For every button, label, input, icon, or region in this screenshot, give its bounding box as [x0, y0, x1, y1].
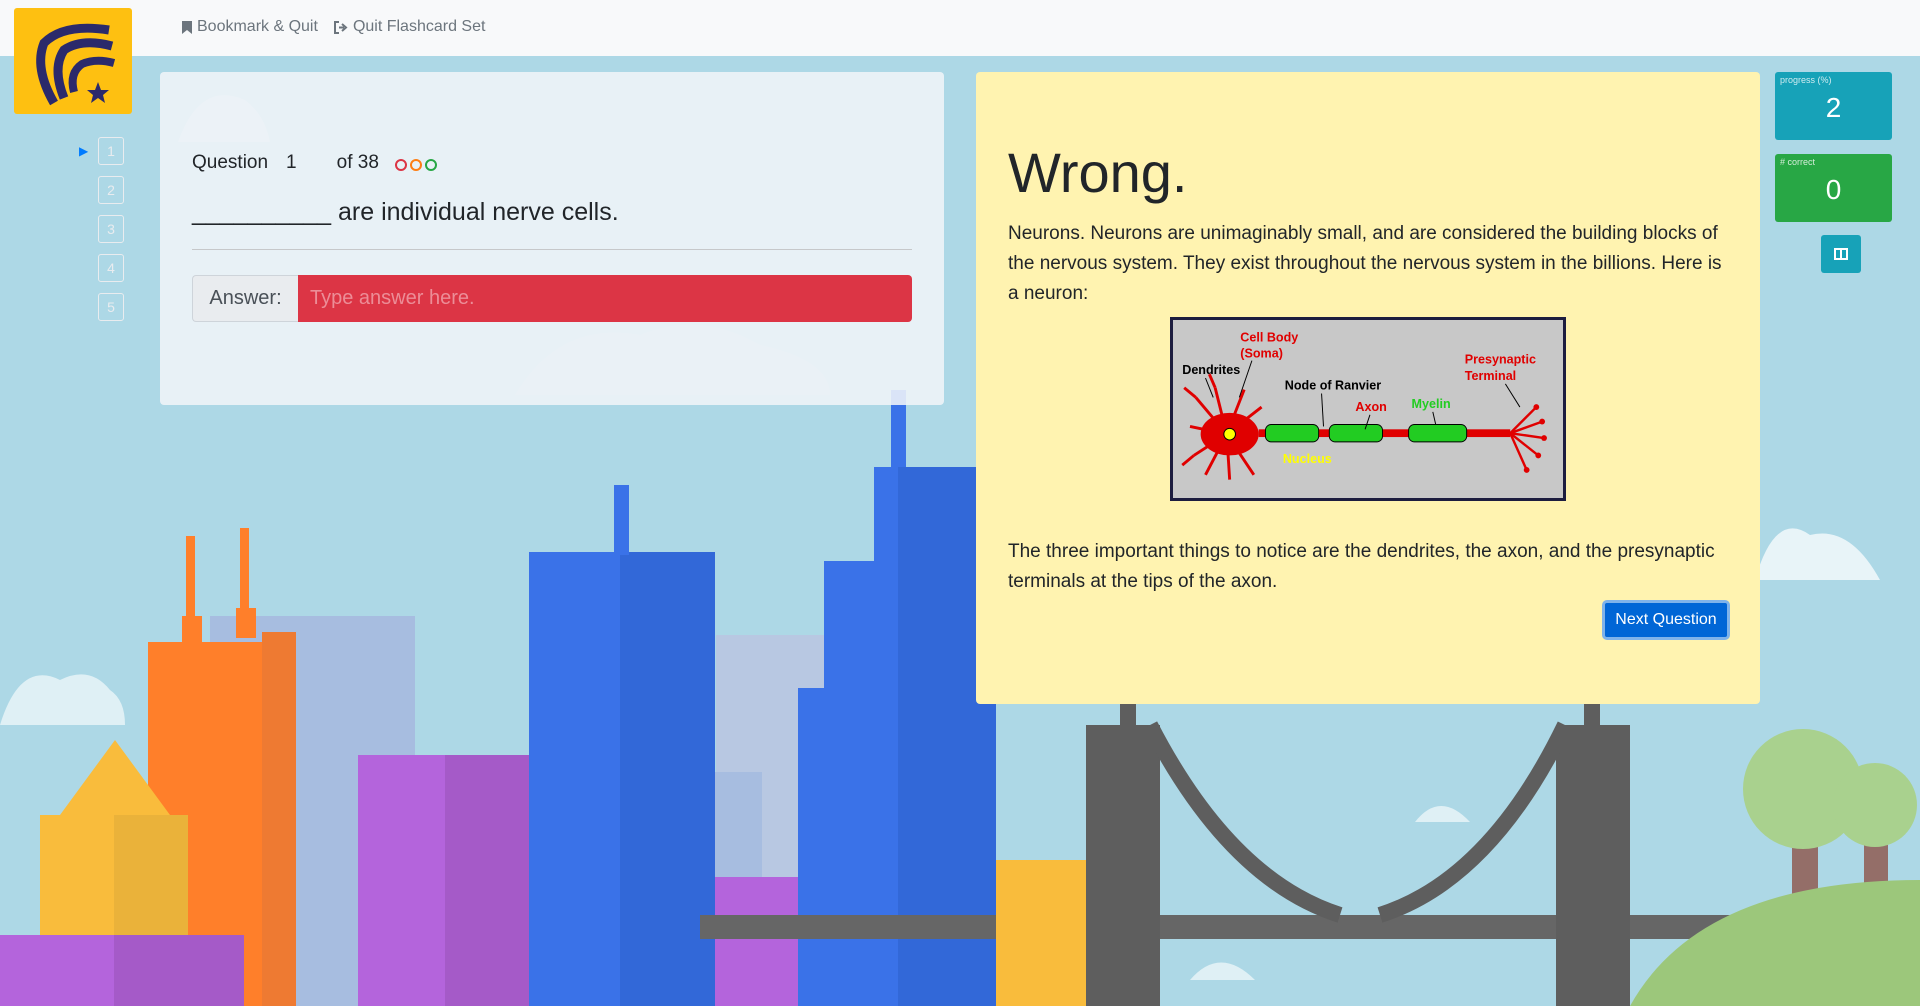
top-nav: Bookmark & Quit Quit Flashcard Set: [182, 18, 485, 36]
top-bar: Bookmark & Quit Quit Flashcard Set: [0, 0, 1920, 56]
attempt-dot-3: [424, 158, 437, 171]
logo-icon: [36, 23, 116, 106]
diagram-label-soma: (Soma): [1240, 347, 1283, 361]
correct-label: # correct: [1780, 157, 1816, 167]
question-list: ▶ 1 2 3 4 5: [79, 137, 124, 332]
bookmark-quit-link[interactable]: Bookmark & Quit: [182, 18, 318, 36]
progress-value: 2: [1825, 92, 1842, 123]
columns-icon: [1834, 248, 1848, 260]
next-question-button[interactable]: Next Question: [1602, 600, 1730, 640]
feedback-card: Wrong. Neurons. Neurons are unimaginably…: [976, 72, 1760, 704]
diagram-label-dendrites: Dendrites: [1182, 363, 1240, 377]
diagram-label-cell-body: Cell Body: [1240, 330, 1298, 344]
diagram-label-terminal: Terminal: [1465, 369, 1516, 383]
layout-toggle-button[interactable]: [1821, 235, 1861, 273]
question-total: of 38: [336, 152, 379, 173]
question-card: Question 1 of 38 __________ are individu…: [160, 72, 944, 405]
question-text: __________ are individual nerve cells.: [192, 198, 912, 250]
correct-value: 0: [1825, 174, 1842, 205]
question-label: Question: [192, 152, 269, 173]
answer-row: Answer:: [192, 275, 912, 322]
question-list-item-1[interactable]: ▶ 1: [79, 137, 124, 165]
question-header: Question 1 of 38: [192, 152, 912, 174]
attempt-dot-1: [394, 158, 407, 171]
quit-flashcard-link[interactable]: Quit Flashcard Set: [333, 18, 486, 36]
attempt-dots: [394, 158, 437, 171]
feedback-summary: The three important things to notice are…: [1008, 541, 1715, 592]
sign-out-icon: [333, 20, 348, 34]
question-list-item-4[interactable]: 4: [98, 254, 124, 282]
question-list-item-5[interactable]: 5: [98, 293, 124, 321]
diagram-label-myelin: Myelin: [1412, 397, 1451, 411]
diagram-label-axon: Axon: [1355, 400, 1386, 414]
question-list-item-3[interactable]: 3: [98, 215, 124, 243]
progress-label: progress (%): [1780, 75, 1832, 85]
bookmark-icon: [182, 20, 192, 34]
quit-flashcard-label: Quit Flashcard Set: [352, 18, 486, 35]
correct-stat: # correct 0: [1775, 154, 1892, 222]
attempt-dot-2: [409, 158, 422, 171]
bookmark-quit-label: Bookmark & Quit: [197, 18, 318, 35]
question-number: 1: [286, 152, 297, 173]
question-list-item-2[interactable]: 2: [98, 176, 124, 204]
diagram-label-node: Node of Ranvier: [1285, 379, 1381, 393]
feedback-text: Neurons. Neurons are unimaginably small,…: [1008, 223, 1722, 304]
play-arrow-icon: ▶: [79, 144, 89, 158]
answer-label: Answer:: [192, 275, 298, 322]
answer-input[interactable]: [298, 275, 912, 322]
diagram-label-presynaptic: Presynaptic: [1465, 353, 1536, 367]
diagram-label-nucleus: Nucleus: [1283, 452, 1332, 466]
feedback-title: Wrong.: [1008, 141, 1188, 204]
app-logo[interactable]: [14, 8, 132, 114]
neuron-diagram: Cell Body (Soma) Dendrites Node of Ranvi…: [1170, 317, 1566, 501]
progress-stat: progress (%) 2: [1775, 72, 1892, 140]
